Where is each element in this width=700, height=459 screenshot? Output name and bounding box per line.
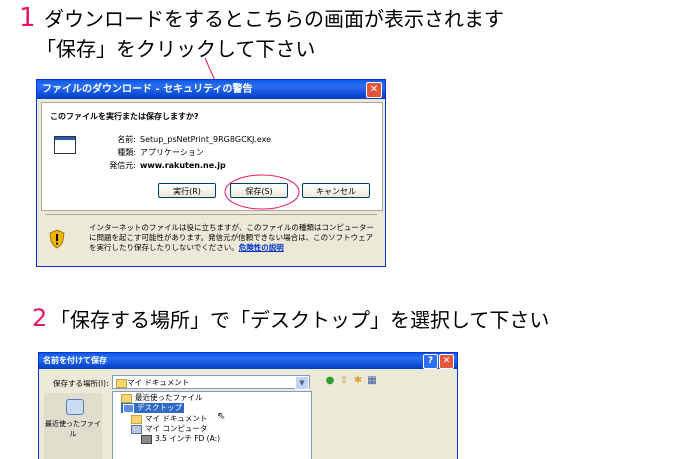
list-item[interactable]: 3.5 インチ FD (A:): [141, 434, 220, 444]
close-icon[interactable]: ✕: [439, 354, 454, 369]
shield-warning-icon: [49, 229, 65, 249]
list-item-label: デスクトップ: [137, 403, 182, 412]
security-warning-text: インターネットのファイルは役に立ちますが、このファイルの種類はコンピューターに問…: [89, 223, 379, 253]
chevron-down-icon[interactable]: ▼: [295, 376, 309, 390]
save-highlight-ellipse: [224, 174, 300, 210]
publisher-row: 発信元: www.rakuten.ne.jp: [102, 160, 226, 171]
list-item-label: 最近使ったファイル: [135, 393, 203, 402]
file-type-value: アプリケーション: [140, 148, 204, 157]
save-as-dialog: 名前を付けて保存 ? ✕ 保存する場所(I): マイ ドキュメント ▼ ● ⇧ …: [38, 352, 458, 459]
name-label: 名前:: [117, 135, 136, 144]
mouse-cursor-icon: ⇖: [217, 411, 226, 422]
list-item[interactable]: マイ ドキュメント: [131, 414, 207, 424]
run-or-save-question: このファイルを実行または保存しますか?: [50, 112, 199, 121]
places-bar: 最近使ったファイル: [44, 393, 102, 459]
list-item-label: マイ コンピュータ: [145, 424, 208, 433]
save-location-combo[interactable]: マイ ドキュメント ▼: [112, 375, 310, 390]
computer-icon: [131, 424, 142, 434]
file-type-row: 種類: アプリケーション: [102, 147, 204, 158]
warning-message: インターネットのファイルは役に立ちますが、このファイルの種類はコンピューターに問…: [89, 223, 374, 252]
up-folder-icon[interactable]: ⇧: [338, 375, 350, 387]
back-icon[interactable]: ●: [324, 375, 336, 387]
folder-icon: [121, 393, 132, 403]
step-1-line-1: ダウンロードをするとこちらの画面が表示されます: [44, 7, 504, 31]
recent-files-icon: [66, 399, 84, 415]
publisher-value: www.rakuten.ne.jp: [140, 161, 226, 170]
help-icon[interactable]: ?: [423, 354, 438, 369]
file-name-row: 名前: Setup_psNetPrint_9RG8GCKJ.exe: [102, 134, 271, 145]
divider: [45, 214, 377, 215]
list-item[interactable]: マイ コンピュータ: [131, 424, 207, 434]
places-recent-label: 最近使ったファイル: [45, 420, 101, 438]
save-as-title: 名前を付けて保存: [43, 356, 107, 365]
save-as-titlebar: 名前を付けて保存 ? ✕: [39, 353, 457, 369]
save-location-label: 保存する場所(I):: [53, 379, 109, 388]
folder-icon: [116, 379, 127, 388]
file-name-value: Setup_psNetPrint_9RG8GCKJ.exe: [140, 135, 272, 144]
view-menu-icon[interactable]: ▦: [366, 375, 378, 387]
from-label: 発信元:: [109, 161, 136, 170]
location-dropdown-list: 最近使ったファイル デスクトップ マイ ドキュメント マイ コンピュータ 3.5…: [112, 391, 312, 459]
step-2-line-1: 「保存する場所」で「デスクトップ」を選択して下さい: [50, 308, 550, 332]
application-icon: [54, 136, 76, 154]
file-info-panel: このファイルを実行または保存しますか? 名前: Setup_psNetPrint_…: [41, 102, 383, 211]
folder-icon: [131, 414, 142, 424]
new-folder-icon[interactable]: ✱: [352, 375, 364, 387]
list-item-desktop[interactable]: デスクトップ: [121, 403, 184, 413]
desktop-icon: [123, 403, 134, 413]
step-number-2: 2: [32, 304, 48, 332]
close-icon[interactable]: ✕: [366, 82, 382, 98]
download-dialog-title: ファイルのダウンロード - セキュリティの警告: [42, 84, 253, 95]
list-item[interactable]: 最近使ったファイル: [121, 393, 203, 403]
step-number-1: 1: [19, 3, 36, 33]
cancel-button[interactable]: キャンセル: [302, 183, 370, 198]
list-item-label: マイ ドキュメント: [145, 414, 208, 423]
save-location-value: マイ ドキュメント: [127, 378, 190, 387]
step-1-line-2: 「保存」をクリックして下さい: [36, 37, 316, 61]
type-label: 種類:: [117, 148, 136, 157]
risk-explanation-link[interactable]: 危険性の説明: [239, 243, 284, 252]
download-dialog-titlebar: ファイルのダウンロード - セキュリティの警告 ✕: [37, 80, 385, 99]
run-button[interactable]: 実行(R): [158, 183, 216, 198]
floppy-icon: [141, 434, 152, 444]
download-dialog: ファイルのダウンロード - セキュリティの警告 ✕ このファイルを実行または保存…: [36, 79, 386, 267]
list-item-label: 3.5 インチ FD (A:): [155, 434, 221, 443]
